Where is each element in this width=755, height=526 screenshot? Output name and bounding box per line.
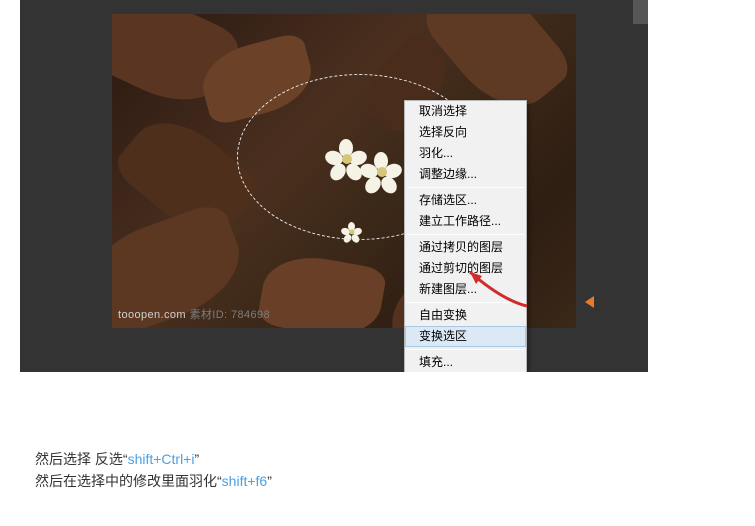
text: ” [267,473,272,489]
menu-separator [407,187,524,188]
text: ” [194,451,199,467]
watermark-id: 素材ID: 784698 [189,309,270,321]
text: 然后在选择中的修改里面羽化“ [35,473,222,489]
flower-subject [292,134,422,244]
context-menu-item[interactable]: 新建图层... [405,279,526,300]
context-menu-item[interactable]: 存储选区... [405,190,526,211]
context-menu-item[interactable]: 羽化... [405,143,526,164]
context-menu-item[interactable]: 调整边缘... [405,164,526,185]
shortcut-text: shift+Ctrl+i [128,451,195,467]
watermark-domain: tooopen.com [118,309,186,321]
context-menu-item[interactable]: 取消选择 [405,101,526,122]
context-menu-item[interactable]: 自由变换 [405,305,526,326]
context-menu-item[interactable]: 选择反向 [405,122,526,143]
context-menu-item[interactable]: 通过剪切的图层 [405,258,526,279]
leaf-decoration [256,249,387,328]
context-menu-item[interactable]: 通过拷贝的图层 [405,237,526,258]
image-watermark: tooopen.com 素材ID: 784698 [118,306,270,322]
photoshop-window: tooopen.com 素材ID: 784698 取消选择选择反向羽化...调整… [20,0,648,372]
instruction-text: 然后选择 反选“shift+Ctrl+i” 然后在选择中的修改里面羽化“shif… [35,448,272,492]
context-menu-item[interactable]: 建立工作路径... [405,211,526,232]
instruction-line-2: 然后在选择中的修改里面羽化“shift+f6” [35,470,272,492]
shortcut-text: shift+f6 [222,473,268,489]
text: 然后选择 反选“ [35,451,128,467]
instruction-line-1: 然后选择 反选“shift+Ctrl+i” [35,448,272,470]
scrollbar-thumb[interactable] [633,0,648,24]
orange-triangle-marker [585,296,594,308]
menu-separator [407,234,524,235]
menu-separator [407,302,524,303]
context-menu: 取消选择选择反向羽化...调整边缘... 存储选区...建立工作路径... 通过拷贝… [404,100,527,372]
menu-separator [407,349,524,350]
context-menu-item[interactable]: 填充... [405,352,526,372]
context-menu-item[interactable]: 变换选区 [405,326,526,347]
